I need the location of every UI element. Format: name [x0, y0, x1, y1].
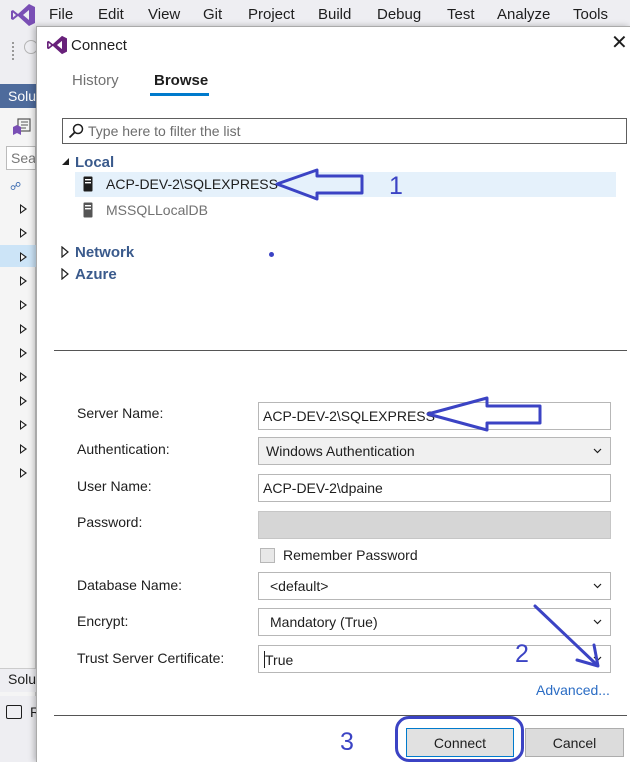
lock-icon: ☍: [10, 181, 22, 193]
solution-search-input[interactable]: Sea: [6, 146, 36, 170]
solution-explorer-tab[interactable]: Solu: [0, 668, 36, 692]
authentication-value: Windows Authentication: [266, 443, 415, 459]
password-label: Password:: [77, 514, 143, 530]
expand-triangle-icon[interactable]: [20, 228, 27, 238]
remember-password-label: Remember Password: [283, 547, 418, 563]
encrypt-value: Mandatory (True): [270, 614, 378, 630]
database-name-label: Database Name:: [77, 577, 183, 593]
tree-group-azure[interactable]: Azure: [75, 266, 117, 283]
expand-triangle-icon[interactable]: [20, 396, 27, 406]
expand-triangle-icon[interactable]: [20, 324, 27, 334]
close-icon[interactable]: ✕: [611, 33, 628, 53]
server-name: MSSQLLocalDB: [106, 202, 208, 218]
user-name-field[interactable]: [258, 474, 611, 502]
menu-git[interactable]: Git: [203, 6, 222, 23]
menu-test[interactable]: Test: [447, 6, 475, 23]
user-name-label: User Name:: [77, 478, 152, 494]
authentication-select[interactable]: Windows Authentication: [258, 437, 611, 465]
search-icon: [68, 123, 84, 139]
tree-group-network[interactable]: Network: [75, 244, 134, 261]
expand-triangle-icon[interactable]: [20, 420, 27, 430]
advanced-link[interactable]: Advanced...: [536, 682, 610, 698]
visual-studio-logo-icon: [47, 35, 67, 55]
tab-history[interactable]: History: [72, 72, 119, 89]
dialog-title: Connect: [71, 37, 127, 54]
menu-project[interactable]: Project: [248, 6, 295, 23]
divider: [54, 350, 627, 351]
server-item-localdb[interactable]: MSSQLLocalDB: [75, 198, 616, 223]
menu-tools[interactable]: Tools: [573, 6, 608, 23]
menu-view[interactable]: View: [148, 6, 180, 23]
annotation-number-2: 2: [515, 640, 529, 668]
menu-file[interactable]: File: [49, 6, 73, 23]
tree-group-local[interactable]: Local: [75, 154, 114, 171]
menu-edit[interactable]: Edit: [98, 6, 124, 23]
expand-triangle-icon[interactable]: [20, 468, 27, 478]
menu-debug[interactable]: Debug: [377, 6, 421, 23]
feedback-icon[interactable]: [6, 705, 22, 719]
expand-triangle-icon[interactable]: [20, 444, 27, 454]
expand-triangle-icon[interactable]: [61, 268, 69, 280]
expand-triangle-icon[interactable]: [61, 246, 69, 258]
server-item-sqlexpress[interactable]: ACP-DEV-2\SQLEXPRESS: [75, 172, 616, 197]
menu-build[interactable]: Build: [318, 6, 351, 23]
expand-triangle-icon[interactable]: [20, 348, 27, 358]
expand-triangle-icon[interactable]: [20, 372, 27, 382]
cancel-button[interactable]: Cancel: [525, 728, 624, 757]
trust-server-certificate-label: Trust Server Certificate:: [77, 650, 225, 666]
annotation-box-connect: [395, 716, 524, 762]
connect-dialog: Connect ✕ History Browse Local ACP-DEV-2…: [36, 26, 630, 762]
database-name-value: <default>: [270, 578, 329, 594]
server-icon: [83, 176, 93, 192]
server-name: ACP-DEV-2\SQLEXPRESS: [106, 176, 278, 192]
expand-triangle-icon[interactable]: [20, 204, 27, 214]
filter-input[interactable]: [88, 120, 618, 142]
menu-analyze[interactable]: Analyze: [497, 6, 550, 23]
server-icon: [83, 202, 93, 218]
trust-server-certificate-select[interactable]: True: [258, 645, 611, 673]
authentication-label: Authentication:: [77, 441, 170, 457]
filter-box: [62, 118, 627, 144]
solution-explorer-panel: [0, 84, 36, 696]
visual-studio-logo-icon[interactable]: [10, 3, 36, 27]
expand-triangle-icon[interactable]: [20, 252, 27, 262]
chevron-down-icon: [593, 656, 602, 662]
expand-triangle-icon[interactable]: [20, 300, 27, 310]
remember-password-checkbox[interactable]: [260, 548, 275, 563]
chevron-down-icon: [593, 583, 602, 589]
server-name-label: Server Name:: [77, 405, 164, 421]
collapse-triangle-icon[interactable]: [61, 157, 70, 166]
expand-triangle-icon[interactable]: [20, 276, 27, 286]
annotation-dot: [269, 252, 274, 257]
server-name-field[interactable]: [258, 402, 611, 430]
password-field: [258, 511, 611, 539]
annotation-number-1: 1: [389, 172, 403, 200]
solution-explorer-header[interactable]: Solu: [0, 84, 36, 108]
encrypt-select[interactable]: Mandatory (True): [258, 608, 611, 636]
tab-active-indicator: [150, 93, 209, 96]
chevron-down-icon: [593, 448, 602, 454]
divider: [54, 715, 627, 716]
chevron-down-icon: [593, 619, 602, 625]
trust-server-certificate-value: True: [265, 652, 294, 668]
solution-selected-row[interactable]: [0, 245, 36, 267]
database-name-select[interactable]: <default>: [258, 572, 611, 600]
toolbar-grip[interactable]: [12, 42, 16, 60]
solution-icon[interactable]: [12, 118, 32, 136]
annotation-number-3: 3: [340, 728, 354, 756]
encrypt-label: Encrypt:: [77, 613, 129, 629]
tab-browse[interactable]: Browse: [154, 72, 208, 89]
